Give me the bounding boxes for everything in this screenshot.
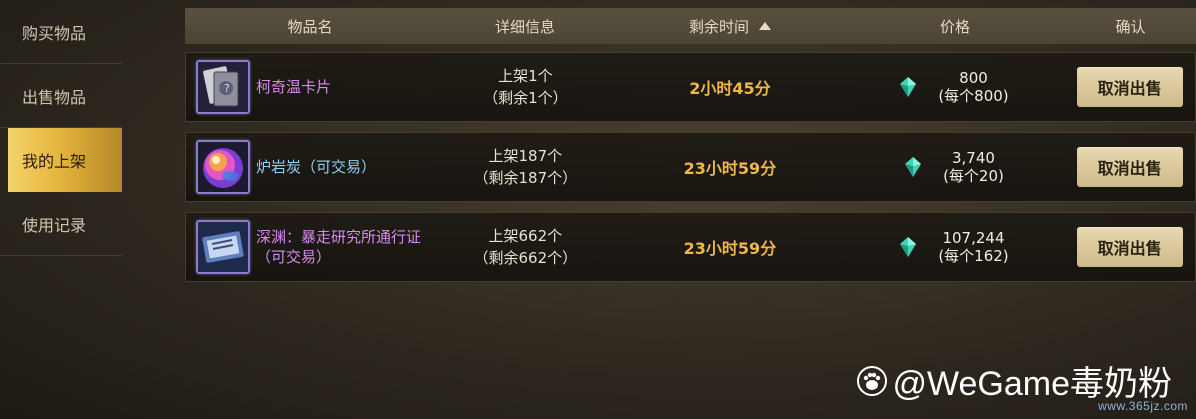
remaining-count: （剩余1个） <box>483 89 568 107</box>
detail-cell: 上架1个 （剩余1个） <box>436 65 616 109</box>
paw-logo-icon <box>856 365 887 396</box>
cancel-sale-button[interactable]: 取消出售 <box>1076 67 1183 107</box>
item-name: 炉岩炭（可交易） <box>256 157 376 177</box>
site-watermark: www.365jz.com <box>1098 399 1188 413</box>
header-confirm: 确认 <box>1115 17 1146 36</box>
header-time-left[interactable]: 剩余时间 <box>615 16 845 37</box>
item-name-line1: 炉岩炭（可交易） <box>256 158 377 176</box>
sidebar-item-my-listings[interactable]: 我的上架 <box>8 128 122 192</box>
remaining-count: （剩余187个） <box>473 169 578 187</box>
gem-currency-icon <box>905 157 922 177</box>
cancel-sale-button[interactable]: 取消出售 <box>1076 227 1183 267</box>
item-name-line1: 柯奇温卡片 <box>256 78 332 96</box>
confirm-cell: 取消出售 <box>1064 147 1195 187</box>
sort-ascending-icon[interactable] <box>759 21 771 30</box>
item-name-line1: 深渊：暴走研究所通行证 <box>256 228 422 246</box>
header-time-label: 剩余时间 <box>688 17 749 36</box>
time-left: 23小时59分 <box>683 159 777 178</box>
remaining-count: （剩余662个） <box>473 249 578 267</box>
listed-count: 上架662个 <box>488 227 563 245</box>
time-left: 2小时45分 <box>689 79 771 98</box>
listed-count: 上架187个 <box>488 147 563 165</box>
confirm-cell: 取消出售 <box>1064 67 1195 107</box>
price-each: (每个20) <box>943 167 1004 185</box>
cancel-sale-button[interactable]: 取消出售 <box>1076 147 1183 187</box>
card-icon[interactable]: ? <box>196 60 250 114</box>
price-total: 107,244 <box>942 229 1005 247</box>
item-name-line2: （可交易） <box>256 248 332 266</box>
item-cell: 深渊：暴走研究所通行证 （可交易） <box>186 220 436 274</box>
time-left: 23小时59分 <box>683 239 777 258</box>
item-cell: 炉岩炭（可交易） <box>186 140 436 194</box>
watermark-text: @WeGame毒奶粉 <box>892 365 1173 403</box>
gem-currency-icon <box>900 237 917 257</box>
listed-count: 上架1个 <box>498 67 553 85</box>
item-cell: ? 柯奇温卡片 <box>186 60 436 114</box>
price-cell: 800 (每个800) <box>845 69 1065 105</box>
sidebar-item-buy[interactable]: 购买物品 <box>0 0 122 64</box>
watermark: @WeGame毒奶粉 <box>856 356 1173 405</box>
table-row: 炉岩炭（可交易） 上架187个 （剩余187个） 23小时59分 3,740 (… <box>185 132 1196 202</box>
orb-icon[interactable] <box>196 140 250 194</box>
sidebar-item-sell[interactable]: 出售物品 <box>0 64 122 128</box>
price-cell: 107,244 (每个162) <box>845 229 1065 265</box>
table-row: ? 柯奇温卡片 上架1个 （剩余1个） 2小时45分 800 (每个800) 取… <box>185 52 1196 122</box>
gem-currency-icon <box>900 77 917 97</box>
price-each: (每个162) <box>938 247 1009 265</box>
svg-text:?: ? <box>224 82 230 95</box>
confirm-cell: 取消出售 <box>1064 227 1195 267</box>
price-total: 800 <box>959 69 988 87</box>
price-total: 3,740 <box>952 149 995 167</box>
detail-cell: 上架662个 （剩余662个） <box>436 225 616 269</box>
pass-ticket-icon[interactable] <box>196 220 250 274</box>
sidebar-item-history[interactable]: 使用记录 <box>0 192 122 256</box>
header-price[interactable]: 价格 <box>845 16 1065 37</box>
sidebar: 购买物品 出售物品 我的上架 使用记录 <box>0 0 122 270</box>
price-cell: 3,740 (每个20) <box>845 149 1065 185</box>
price-each: (每个800) <box>938 87 1009 105</box>
item-name: 深渊：暴走研究所通行证 （可交易） <box>256 227 421 267</box>
table-header: 物品名 详细信息 剩余时间 价格 确认 <box>185 8 1196 44</box>
item-name: 柯奇温卡片 <box>256 77 331 97</box>
header-detail[interactable]: 详细信息 <box>435 16 615 37</box>
header-item-name[interactable]: 物品名 <box>185 16 435 37</box>
detail-cell: 上架187个 （剩余187个） <box>436 145 616 189</box>
table-row: 深渊：暴走研究所通行证 （可交易） 上架662个 （剩余662个） 23小时59… <box>185 212 1196 282</box>
